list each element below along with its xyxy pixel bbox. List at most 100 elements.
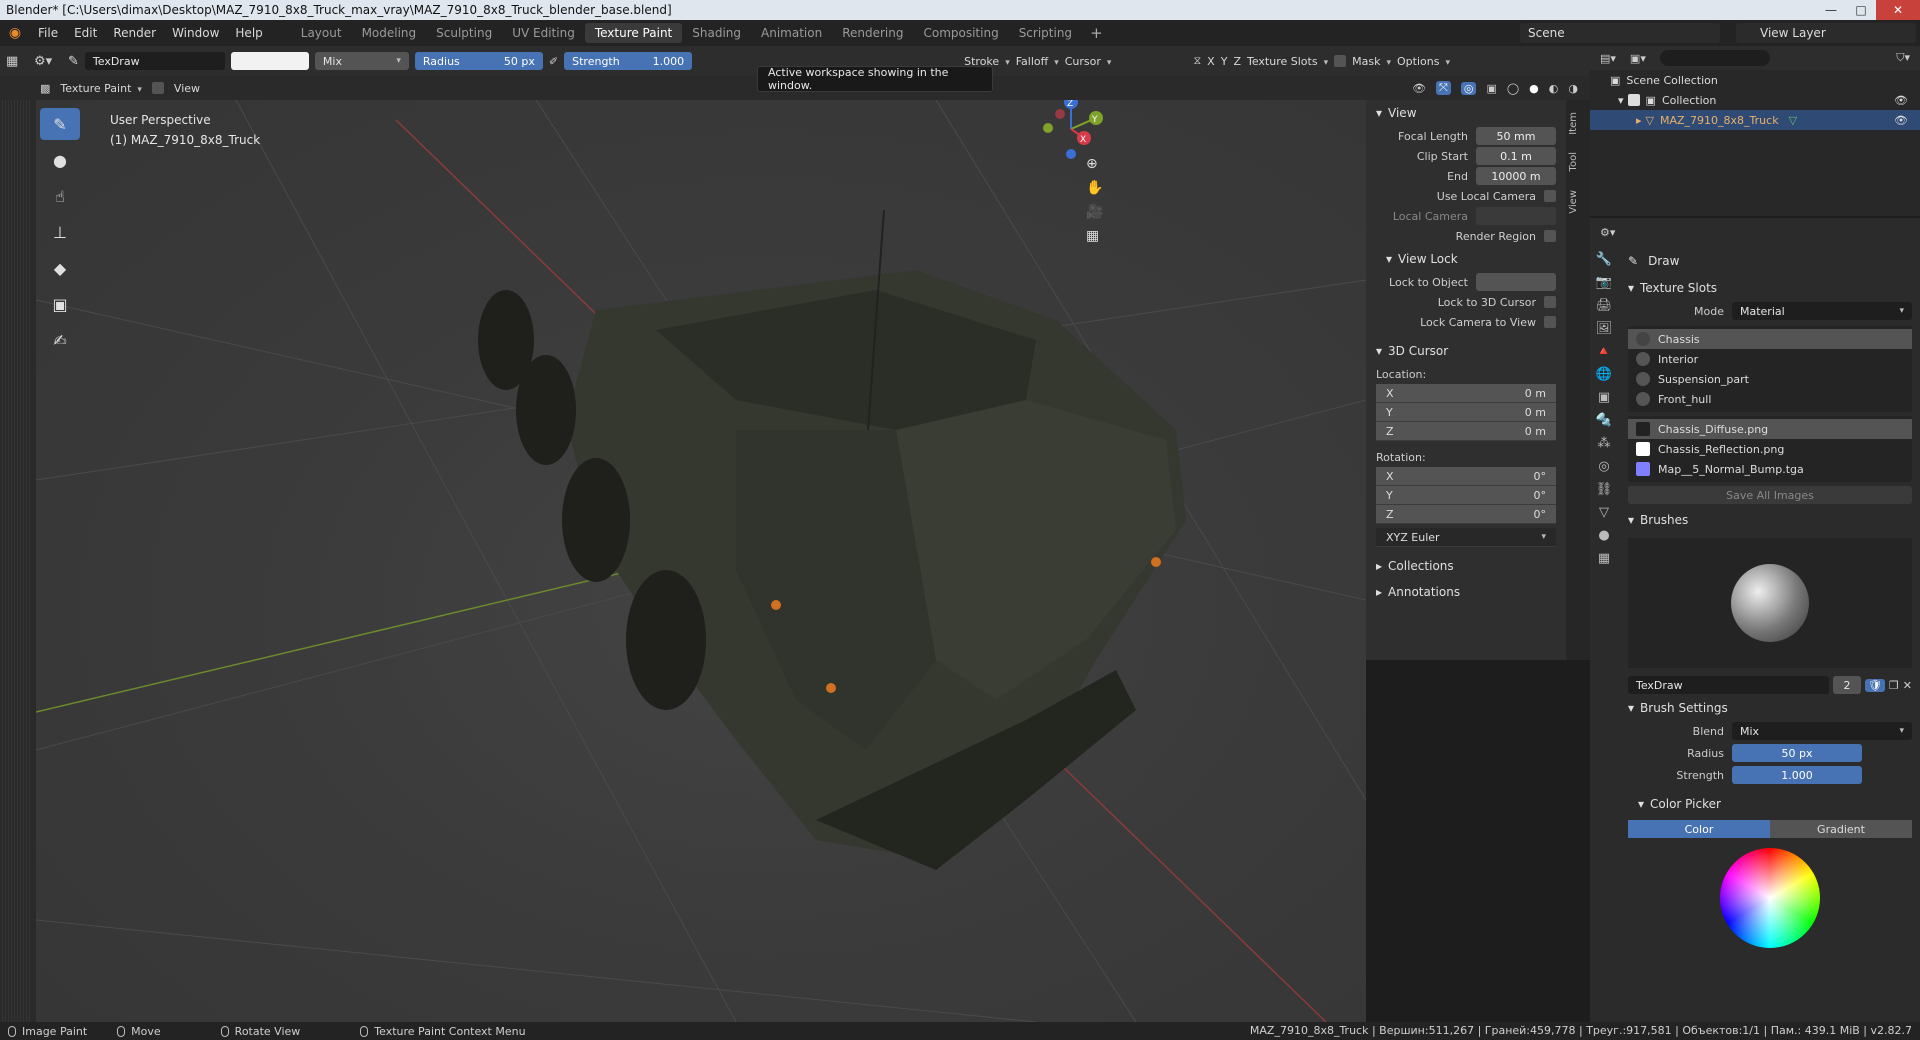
annotations-header[interactable]: ▸ Annotations	[1366, 579, 1566, 605]
menu-render[interactable]: Render	[105, 26, 164, 40]
clone-tool-icon[interactable]: ⊥	[40, 216, 80, 248]
duplicate-brush-icon[interactable]: ❐	[1889, 679, 1899, 692]
falloff-menu[interactable]: Falloff	[1016, 55, 1059, 68]
brush-strength-slider[interactable]: 1.000	[1732, 766, 1862, 784]
scene-selector[interactable]: Scene	[1520, 23, 1720, 43]
lock-to-object-field[interactable]	[1476, 273, 1556, 291]
mask-tool-icon[interactable]: ▣	[40, 288, 80, 320]
axis-z-toggle[interactable]: Z	[1233, 55, 1241, 68]
tab-sculpting[interactable]: Sculpting	[426, 23, 502, 43]
fake-user-icon[interactable]: 🛡	[1864, 678, 1885, 692]
3d-viewport[interactable]: User Perspective (1) MAZ_7910_8x8_Truck …	[36, 100, 1366, 1022]
outliner-search-input[interactable]	[1659, 50, 1770, 66]
tab-modeling[interactable]: Modeling	[352, 23, 427, 43]
tab-tool[interactable]: Tool	[1568, 152, 1588, 171]
material-shading-icon[interactable]: ◐	[1549, 82, 1559, 95]
close-button[interactable]: ✕	[1876, 0, 1920, 20]
tab-item[interactable]: Item	[1568, 112, 1588, 135]
list-item[interactable]: Front_hull	[1628, 389, 1912, 409]
rotation-mode-dropdown[interactable]: XYZ Euler	[1376, 528, 1556, 547]
draw-tool-icon[interactable]: ✎	[40, 108, 80, 140]
save-all-images-button[interactable]: Save All Images	[1628, 486, 1912, 504]
gradient-tab[interactable]: Gradient	[1770, 820, 1912, 838]
zoom-icon[interactable]: ⊕	[1086, 156, 1103, 172]
mode-dropdown[interactable]: Texture Paint	[60, 82, 142, 95]
options-menu[interactable]: Options	[1397, 55, 1450, 68]
collection-eye-icon[interactable]: 👁	[1894, 94, 1908, 107]
brush-radius-slider[interactable]: 50 px	[1732, 744, 1862, 762]
tab-shading[interactable]: Shading	[682, 23, 751, 43]
cursor-location-x[interactable]: X0 m	[1376, 384, 1556, 403]
color-swatch[interactable]	[230, 52, 309, 70]
slot-mode-dropdown[interactable]: Material	[1732, 302, 1912, 320]
list-item[interactable]: Chassis_Reflection.png	[1628, 439, 1912, 459]
constraints-icon[interactable]: ⛓	[1596, 482, 1613, 497]
cursor-location-y[interactable]: Y0 m	[1376, 403, 1556, 422]
brushes-header[interactable]: ▾ Brushes	[1622, 508, 1918, 532]
outliner-editor-icon[interactable]: ▤▾	[1600, 52, 1616, 65]
texture-slots-header[interactable]: ▾ Texture Slots	[1622, 276, 1918, 300]
brush-name-field[interactable]: TexDraw	[1628, 676, 1829, 694]
rendered-shading-icon[interactable]: ◑	[1568, 82, 1578, 95]
tab-scripting[interactable]: Scripting	[1009, 23, 1082, 43]
brush-blend-dropdown[interactable]: Mix	[1732, 722, 1912, 740]
tab-compositing[interactable]: Compositing	[913, 23, 1008, 43]
color-picker-header[interactable]: ▾ Color Picker	[1622, 792, 1918, 816]
filter-icon[interactable]: ⛉▾	[1896, 51, 1910, 65]
3d-cursor-header[interactable]: ▾ 3D Cursor	[1366, 338, 1566, 364]
smear-tool-icon[interactable]: ☝	[40, 180, 80, 212]
world-properties-icon[interactable]: 🌐	[1596, 367, 1612, 382]
brush-name-field[interactable]: TexDraw	[84, 52, 225, 70]
cursor-rotation-z[interactable]: Z 0°	[1376, 505, 1556, 524]
navigation-gizmo[interactable]: Z Y X	[1036, 100, 1106, 164]
view-lock-header[interactable]: ▾ View Lock	[1366, 246, 1566, 272]
cursor-rotation-x[interactable]: X 0°	[1376, 467, 1556, 486]
wireframe-shading-icon[interactable]: ◯	[1507, 82, 1519, 95]
use-local-camera-checkbox[interactable]	[1544, 190, 1556, 202]
clip-end-field[interactable]: 10000 m	[1476, 167, 1556, 185]
blender-logo-icon[interactable]: ◉	[0, 25, 30, 41]
overlay-toggle-icon[interactable]: ◎	[1460, 81, 1477, 95]
scene-collection-row[interactable]: ▣ Scene Collection	[1590, 70, 1920, 90]
view-layer-selector[interactable]: View Layer	[1736, 23, 1916, 43]
scene-properties-icon[interactable]: 🔺	[1596, 344, 1612, 359]
gizmo-toggle-icon[interactable]: ⤧	[1436, 81, 1451, 95]
object-data-properties-icon[interactable]: ▽	[1599, 505, 1609, 520]
visibility-icon[interactable]: 👁	[1412, 82, 1426, 95]
mask-menu[interactable]: Mask	[1352, 55, 1391, 68]
menu-file[interactable]: File	[30, 26, 66, 40]
lock-to-3d-cursor-checkbox[interactable]	[1544, 296, 1556, 308]
modifier-properties-icon[interactable]: 🔩	[1596, 413, 1612, 428]
xray-icon[interactable]: ▣	[1486, 82, 1496, 95]
collection-checkbox[interactable]	[1627, 94, 1640, 106]
brush-settings-header[interactable]: ▾ Brush Settings	[1622, 696, 1918, 720]
camera-view-icon[interactable]: 🎥	[1086, 204, 1103, 220]
texture-slots-menu[interactable]: Texture Slots	[1247, 55, 1328, 68]
list-item[interactable]: Chassis_Diffuse.png	[1628, 419, 1912, 439]
axis-y-toggle[interactable]: Y	[1221, 55, 1228, 68]
tab-animation[interactable]: Animation	[751, 23, 832, 43]
editor-type-icon[interactable]: ▦	[6, 54, 28, 69]
list-item[interactable]: Interior	[1628, 349, 1912, 369]
particles-icon[interactable]: ⁂	[1598, 436, 1611, 451]
material-properties-icon[interactable]: ●	[1598, 528, 1609, 543]
axis-x-toggle[interactable]: X	[1207, 55, 1215, 68]
fill-tool-icon[interactable]: ◆	[40, 252, 80, 284]
collections-header[interactable]: ▸ Collections	[1366, 553, 1566, 579]
list-item[interactable]: Map__5_Normal_Bump.tga	[1628, 459, 1912, 479]
tab-layout[interactable]: Layout	[291, 23, 352, 43]
tab-texture-paint[interactable]: Texture Paint	[584, 23, 683, 43]
brush-preview[interactable]	[1628, 538, 1912, 668]
radius-slider[interactable]: Radius 50 px	[414, 52, 543, 70]
physics-icon[interactable]: ◎	[1598, 459, 1609, 474]
menu-help[interactable]: Help	[227, 26, 270, 40]
clip-start-field[interactable]: 0.1 m	[1476, 147, 1556, 165]
view-section-header[interactable]: ▾ View	[1366, 100, 1566, 126]
ortho-grid-icon[interactable]: ▦	[1086, 228, 1103, 244]
cursor-rotation-y[interactable]: Y 0°	[1376, 486, 1556, 505]
output-properties-icon[interactable]: 🖨	[1596, 298, 1613, 313]
display-mode-icon[interactable]: ▣▾	[1630, 52, 1646, 65]
color-tab[interactable]: Color	[1628, 820, 1770, 838]
paint-mask-toggle[interactable]	[151, 82, 164, 94]
properties-editor-icon[interactable]: ⚙▾	[1600, 226, 1615, 239]
